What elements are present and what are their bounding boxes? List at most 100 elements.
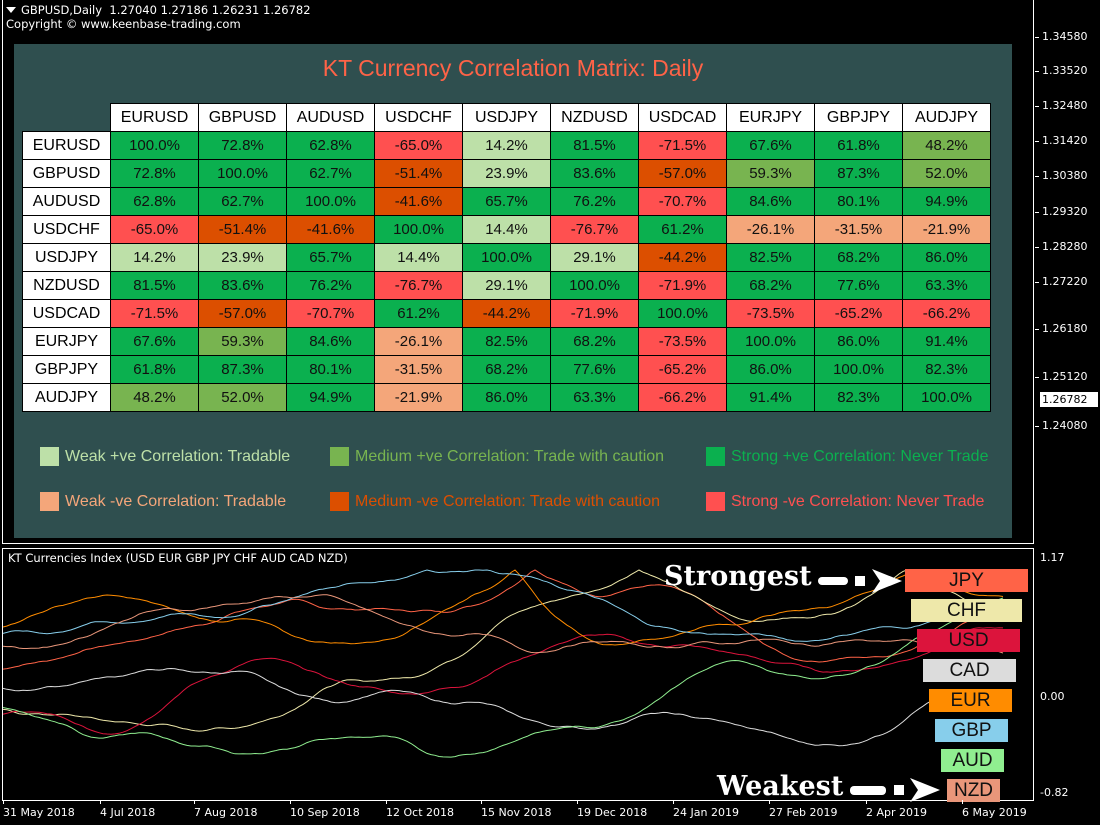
correlation-cell: -65.2% — [638, 355, 727, 384]
correlation-cell: 94.9% — [286, 383, 375, 412]
matrix-row: EURJPY 67.6% 59.3% 84.6% -26.1% 82.5% 68.2% -73… — [22, 327, 991, 356]
correlation-cell: 76.2% — [286, 271, 375, 300]
correlation-cell: 84.6% — [286, 327, 375, 356]
correlation-cell: 23.9% — [198, 243, 287, 272]
correlation-matrix-panel: KT Currency Correlation Matrix: Daily EU… — [14, 44, 1012, 538]
strongest-arrow-icon — [818, 569, 902, 593]
legend-label: Weak +ve Correlation: Tradable — [65, 447, 291, 465]
correlation-cell: 61.8% — [814, 131, 903, 160]
time-tick: 10 Sep 2018 — [290, 800, 360, 819]
correlation-cell: 68.2% — [726, 271, 815, 300]
correlation-cell: 61.2% — [638, 215, 727, 244]
matrix-row-header: EURUSD — [22, 131, 111, 160]
legend-item: Strong -ve Correlation: Never Trade — [706, 492, 984, 511]
price-tick-label: 1.30380 — [1042, 169, 1088, 182]
correlation-cell: 14.2% — [110, 243, 199, 272]
index-line-nzd — [3, 594, 1004, 654]
correlation-cell: 14.4% — [374, 243, 463, 272]
correlation-cell: 100.0% — [286, 187, 375, 216]
correlation-cell: 81.5% — [110, 271, 199, 300]
price-tick-label: 1.27220 — [1042, 275, 1088, 288]
correlation-cell: -44.2% — [638, 243, 727, 272]
correlation-cell: 100.0% — [374, 215, 463, 244]
correlation-cell: -76.7% — [550, 215, 639, 244]
correlation-cell: 68.2% — [462, 355, 551, 384]
price-tick-label: 1.34580 — [1042, 30, 1088, 43]
price-axis[interactable]: 1.34580 1.33520 1.32480 1.31420 1.30380 1.293… — [1035, 0, 1100, 545]
matrix-column-header: GBPUSD — [198, 103, 287, 132]
correlation-cell: 94.9% — [902, 187, 991, 216]
legend-label: Medium -ve Correlation: Trade with cauti… — [355, 492, 661, 510]
correlation-cell: 48.2% — [902, 131, 991, 160]
price-tick-label: 1.31420 — [1042, 134, 1088, 147]
correlation-cell: 61.8% — [110, 355, 199, 384]
correlation-cell: 83.6% — [550, 159, 639, 188]
rank-box-nzd: NZD — [947, 779, 1000, 802]
correlation-cell: 87.3% — [198, 355, 287, 384]
time-tick: 4 Jul 2018 — [100, 800, 156, 819]
current-price-label: 1.26782 — [1040, 392, 1098, 407]
matrix-row-header: GBPUSD — [22, 159, 111, 188]
correlation-cell: 100.0% — [902, 383, 991, 412]
legend-item: Strong +ve Correlation: Never Trade — [706, 447, 988, 466]
price-tick: 1.34580 — [1035, 30, 1088, 43]
correlation-cell: -26.1% — [726, 215, 815, 244]
correlation-cell: 63.3% — [550, 383, 639, 412]
correlation-cell: 72.8% — [110, 159, 199, 188]
matrix-row-header: USDCHF — [22, 215, 111, 244]
chart-ohlc: 1.27040 1.27186 1.26231 1.26782 — [109, 3, 311, 17]
currency-index-lines — [3, 569, 1004, 758]
matrix-column-header: EURJPY — [726, 103, 815, 132]
correlation-cell: 76.2% — [550, 187, 639, 216]
time-tick: 6 May 2019 — [962, 800, 1027, 819]
matrix-row: EURUSD 100.0% 72.8% 62.8% -65.0% 14.2% 81.5% -7… — [22, 131, 991, 160]
correlation-cell: -71.5% — [110, 299, 199, 328]
index-line-usd — [3, 627, 1004, 735]
correlation-cell: -66.2% — [638, 383, 727, 412]
matrix-row: GBPUSD 72.8% 100.0% 62.7% -51.4% 23.9% 83.6% -5… — [22, 159, 991, 188]
correlation-cell: 61.2% — [374, 299, 463, 328]
matrix-row-header: AUDJPY — [22, 383, 111, 412]
correlation-cell: 67.6% — [110, 327, 199, 356]
rank-box-cad: CAD — [923, 659, 1016, 682]
index-line-aud — [3, 597, 1004, 758]
price-tick-label: 1.29320 — [1042, 205, 1088, 218]
price-tick-label: 1.26180 — [1042, 322, 1088, 335]
weakest-arrow-icon — [850, 778, 940, 802]
correlation-cell: 100.0% — [462, 243, 551, 272]
correlation-cell: -57.0% — [638, 159, 727, 188]
correlation-cell: 62.8% — [110, 187, 199, 216]
correlation-cell: 100.0% — [550, 271, 639, 300]
rank-box-chf: CHF — [911, 599, 1022, 622]
rank-box-usd: USD — [917, 629, 1020, 652]
price-tick-label: 1.28280 — [1042, 240, 1088, 253]
correlation-cell: -21.9% — [902, 215, 991, 244]
rank-box-gbp: GBP — [935, 719, 1008, 742]
correlation-cell: -70.7% — [638, 187, 727, 216]
chart-symbol: GBPUSD,Daily — [21, 3, 103, 17]
correlation-cell: -41.6% — [374, 187, 463, 216]
matrix-row-header: NZDUSD — [22, 271, 111, 300]
correlation-cell: 82.5% — [726, 243, 815, 272]
correlation-cell: 68.2% — [550, 327, 639, 356]
correlation-cell: 72.8% — [198, 131, 287, 160]
matrix-row: AUDUSD 62.8% 62.7% 100.0% -41.6% 65.7% 76.2% -7… — [22, 187, 991, 216]
matrix-row-header: EURJPY — [22, 327, 111, 356]
legend-label: Strong -ve Correlation: Never Trade — [731, 492, 985, 510]
matrix-column-header: AUDUSD — [286, 103, 375, 132]
correlation-cell: 86.0% — [462, 383, 551, 412]
matrix-header-row: EURUSD GBPUSD AUDUSD USDCHF USDJPY NZDUSD USDC… — [23, 103, 991, 132]
dropdown-triangle-icon[interactable] — [6, 7, 16, 13]
matrix-column-header: GBPJPY — [814, 103, 903, 132]
correlation-cell: -71.9% — [638, 271, 727, 300]
correlation-cell: -66.2% — [902, 299, 991, 328]
correlation-cell: 80.1% — [286, 355, 375, 384]
matrix-row: NZDUSD 81.5% 83.6% 76.2% -76.7% 29.1% 100.0% -7… — [22, 271, 991, 300]
time-axis[interactable]: 31 May 2018 4 Jul 2018 7 Aug 2018 10 Sep 20… — [0, 800, 1036, 825]
matrix-column-header: EURUSD — [110, 103, 199, 132]
correlation-cell: -71.5% — [638, 131, 727, 160]
price-tick: 1.26180 — [1035, 322, 1088, 335]
rank-box-jpy: JPY — [905, 569, 1028, 592]
correlation-cell: 77.6% — [550, 355, 639, 384]
indicator-axis-zero: 0.00 — [1040, 690, 1065, 703]
